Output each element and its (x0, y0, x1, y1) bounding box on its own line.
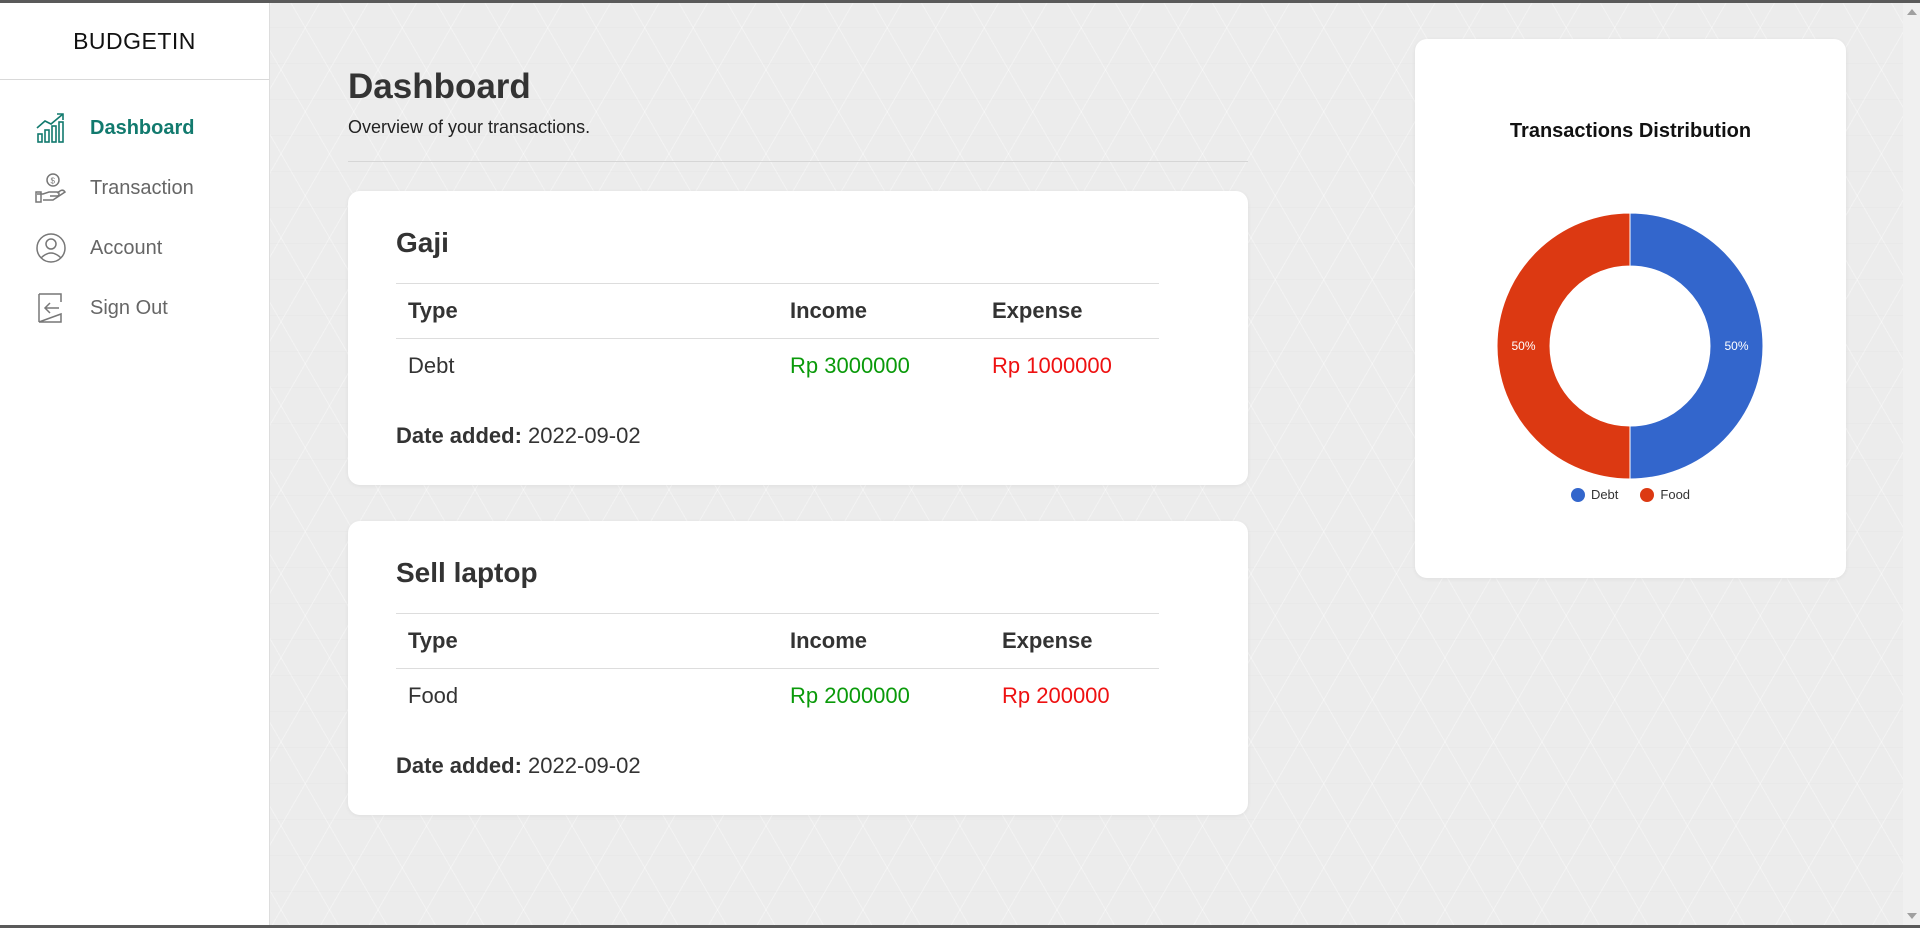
header-expense: Expense (980, 283, 1159, 339)
slice-label: 50% (1511, 339, 1535, 353)
date-added: Date added: 2022-09-02 (396, 423, 641, 449)
header-divider (348, 161, 1248, 162)
table-header-row: Type Income Expense (396, 283, 1159, 339)
date-added-value: 2022-09-02 (528, 423, 641, 448)
sidebar-item-label: Account (90, 236, 163, 259)
header-type: Type (396, 613, 778, 669)
chart-card: Transactions Distribution 50% 50% Debt Fo… (1415, 39, 1846, 578)
page-subtitle: Overview of your transactions. (348, 117, 591, 137)
sign-out-icon (34, 291, 68, 325)
date-added-label: Date added: (396, 753, 522, 778)
vertical-scrollbar[interactable] (1903, 3, 1920, 925)
slice-label: 50% (1724, 339, 1748, 353)
sidebar-item-label: Transaction (90, 176, 194, 199)
scroll-up-icon[interactable] (1907, 9, 1917, 15)
sidebar-item-label: Dashboard (90, 116, 195, 139)
sidebar: BUDGETIN Dashboard $ Transaction Account… (0, 3, 270, 925)
legend-swatch (1570, 487, 1585, 502)
transaction-title: Sell laptop (396, 557, 538, 588)
date-added-label: Date added: (396, 423, 522, 448)
table-header-row: Type Income Expense (396, 613, 1159, 669)
header-expense: Expense (990, 613, 1159, 669)
header-income: Income (778, 283, 980, 339)
page-title: Dashboard (348, 67, 531, 106)
money-hand-icon: $ (34, 171, 68, 205)
legend-label: Debt (1590, 487, 1619, 502)
date-added: Date added: 2022-09-02 (396, 753, 641, 779)
cell-income: Rp 2000000 (790, 683, 910, 708)
sidebar-item-dashboard[interactable]: Dashboard (0, 98, 269, 158)
table-row: Food Rp 2000000 Rp 200000 (396, 669, 1159, 724)
brand-logo[interactable]: BUDGETIN (0, 3, 269, 80)
window-top-border (0, 0, 1920, 3)
cell-expense: Rp 1000000 (992, 353, 1112, 378)
sidebar-item-sign-out[interactable]: Sign Out (0, 278, 269, 338)
cell-income: Rp 3000000 (790, 353, 910, 378)
user-circle-icon (34, 231, 68, 265)
cell-type: Debt (408, 353, 455, 378)
svg-text:$: $ (51, 177, 56, 186)
transaction-card: Sell laptop Type Income Expense Food Rp … (348, 521, 1248, 815)
transaction-title: Gaji (396, 227, 449, 258)
scroll-down-icon[interactable] (1907, 913, 1917, 919)
legend-label: Food (1660, 487, 1691, 502)
sidebar-nav: Dashboard $ Transaction Account Sign Out (0, 98, 269, 338)
legend-item-food[interactable]: Food (1640, 487, 1690, 502)
sidebar-item-label: Sign Out (90, 296, 168, 319)
transaction-card: Gaji Type Income Expense Debt Rp 3000000… (348, 191, 1248, 485)
transaction-table: Type Income Expense Debt Rp 3000000 Rp 1… (396, 283, 1159, 393)
chart-legend: Debt Food (1415, 487, 1846, 502)
chart-growth-icon (34, 111, 68, 145)
cell-expense: Rp 200000 (1002, 683, 1110, 708)
legend-swatch (1640, 487, 1655, 502)
sidebar-item-transaction[interactable]: $ Transaction (0, 158, 269, 218)
table-row: Debt Rp 3000000 Rp 1000000 (396, 339, 1159, 394)
date-added-value: 2022-09-02 (528, 753, 641, 778)
transaction-table: Type Income Expense Food Rp 2000000 Rp 2… (396, 613, 1159, 723)
cell-type: Food (408, 683, 459, 708)
header-type: Type (396, 283, 778, 339)
legend-item-debt[interactable]: Debt (1570, 487, 1619, 502)
header-income: Income (778, 613, 990, 669)
sidebar-item-account[interactable]: Account (0, 218, 269, 278)
